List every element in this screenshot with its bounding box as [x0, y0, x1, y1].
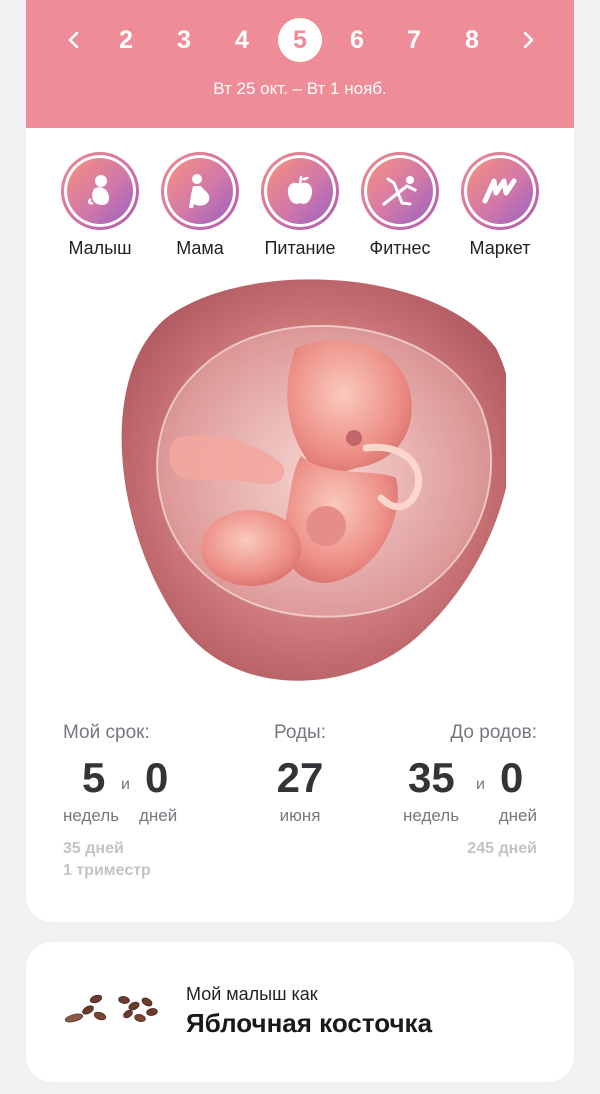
remaining-days-unit: дней — [498, 806, 537, 825]
category-nutrition[interactable]: Питание — [250, 152, 350, 262]
market-logo-icon — [467, 158, 533, 224]
category-label: Маркет — [469, 238, 531, 258]
birth-day: 27 — [276, 754, 324, 801]
week-6[interactable]: 6 — [335, 18, 379, 62]
week-3[interactable]: 3 — [162, 18, 206, 62]
pregnancy-stats: Мой срок: 5 и 0 недель дней 35 дней 1 тр… — [26, 722, 574, 902]
embryo-illustration — [106, 278, 514, 692]
week-2[interactable]: 2 — [104, 18, 148, 62]
trimester: 1 триместр — [63, 862, 151, 879]
week-5-selected[interactable]: 5 — [278, 18, 322, 62]
week-selector: 2 3 4 5 6 7 8 — [26, 18, 574, 66]
yoga-icon — [367, 158, 433, 224]
fruit-size-card[interactable]: Мой малыш как Яблочная косточка — [26, 942, 574, 1082]
fruit-subtitle: Мой малыш как — [186, 984, 318, 1004]
remaining-total-days: 245 дней — [467, 840, 537, 857]
chevron-right-icon[interactable] — [506, 18, 550, 62]
category-fitness[interactable]: Фитнес — [350, 152, 450, 262]
week-header: 2 3 4 5 6 7 8 Вт 25 окт. – Вт 1 нояб. — [26, 0, 574, 128]
week-7[interactable]: 7 — [392, 18, 436, 62]
mother-icon — [167, 158, 233, 224]
category-menu: Малыш Мама Питание Фитнес Маркет — [26, 152, 574, 262]
week-8[interactable]: 8 — [450, 18, 494, 62]
fruit-name: Яблочная косточка — [186, 1008, 433, 1038]
week-date-range: Вт 25 окт. – Вт 1 нояб. — [213, 79, 387, 98]
term-total-days: 35 дней — [63, 840, 124, 857]
remaining-weeks: 35 — [408, 754, 455, 801]
remaining-weeks-unit: недель — [403, 806, 460, 825]
category-market[interactable]: Маркет — [450, 152, 550, 262]
remaining-days: 0 — [500, 754, 524, 801]
baby-icon — [67, 158, 133, 224]
week-4[interactable]: 4 — [220, 18, 264, 62]
chevron-left-icon[interactable] — [52, 18, 96, 62]
apple-seeds-icon — [62, 990, 166, 1034]
week-overview-card: 2 3 4 5 6 7 8 Вт 25 окт. – Вт 1 нояб. Ма… — [26, 0, 574, 922]
remaining-label: До родов: — [450, 722, 537, 743]
category-mother[interactable]: Мама — [150, 152, 250, 262]
remaining-and: и — [476, 776, 485, 793]
category-baby[interactable]: Малыш — [50, 152, 150, 262]
birth-month: июня — [279, 806, 321, 825]
apple-icon — [267, 158, 333, 224]
